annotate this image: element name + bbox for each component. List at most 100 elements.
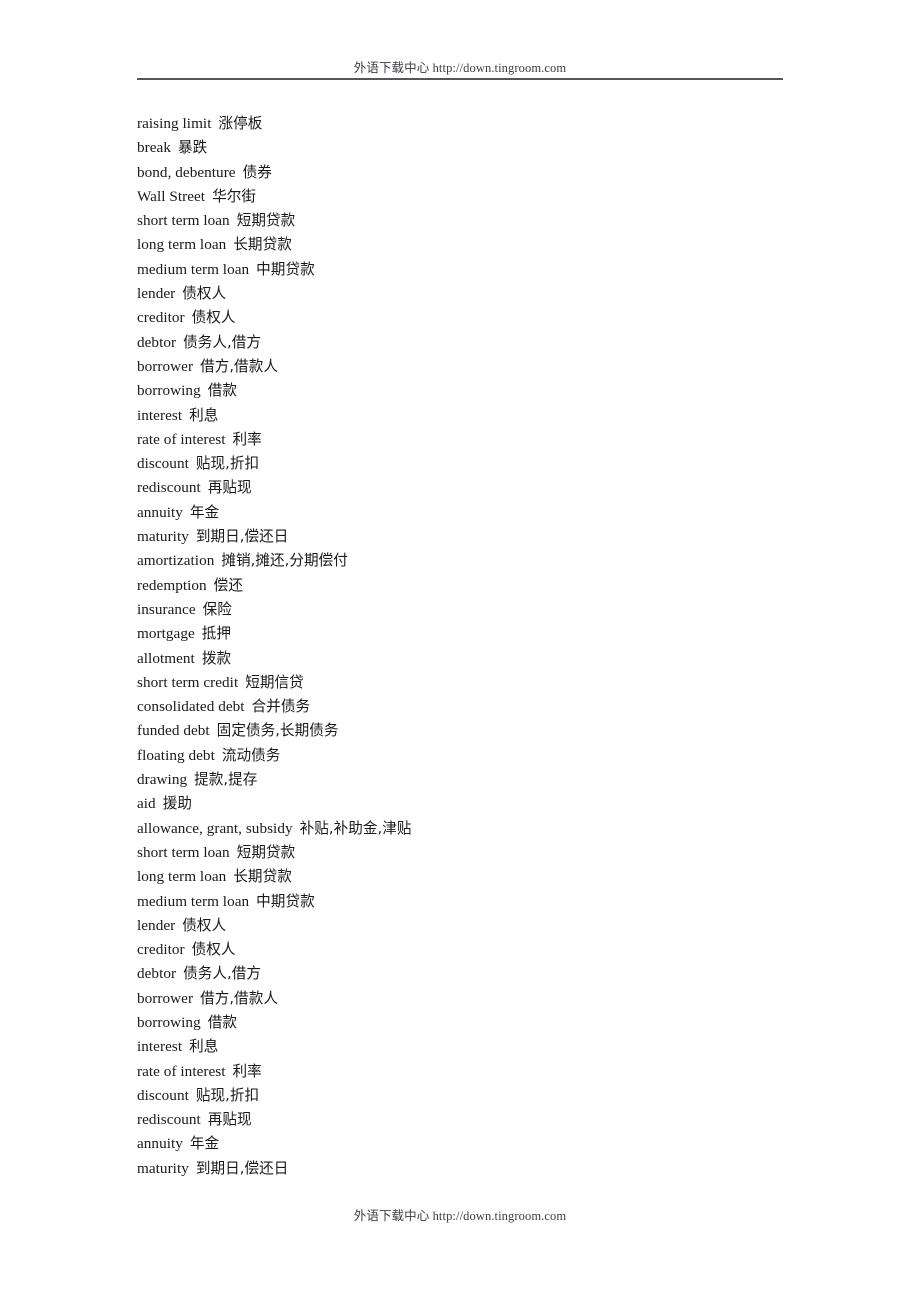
vocabulary-entry: rate of interest 利率 <box>137 428 837 452</box>
vocabulary-term-chinese: 利息 <box>189 1038 219 1056</box>
vocabulary-term-english: rate of interest <box>137 1062 226 1080</box>
vocabulary-term-english: allowance, grant, subsidy <box>137 819 293 837</box>
vocabulary-term-chinese: 借款 <box>207 1013 238 1031</box>
vocabulary-entry: rediscount 再贴现 <box>137 476 837 500</box>
vocabulary-term-english: interest <box>137 406 183 424</box>
vocabulary-term-english: lender <box>137 916 176 934</box>
vocabulary-entry: drawing 提款,提存 <box>137 768 837 792</box>
vocabulary-term-english: consolidated debt <box>137 698 245 716</box>
vocabulary-entry: short term loan 短期贷款 <box>137 841 837 865</box>
vocabulary-entry: rediscount 再贴现 <box>137 1108 837 1132</box>
vocabulary-entry: bond, debenture 债券 <box>137 161 837 185</box>
vocabulary-list: raising limit 涨停板 break 暴跌 bond, debenture 债券… <box>137 112 837 1181</box>
vocabulary-entry: long term loan 长期贷款 <box>137 865 837 889</box>
page-header: 外语下载中心 http://down.tingroom.com <box>137 60 783 80</box>
vocabulary-term-chinese: 债权人 <box>182 916 227 934</box>
vocabulary-entry: borrowing 借款 <box>137 1011 837 1035</box>
vocabulary-term-chinese: 债权人 <box>191 941 236 959</box>
vocabulary-term-chinese: 利率 <box>232 430 262 448</box>
vocabulary-term-english: debtor <box>137 965 177 983</box>
vocabulary-entry: annuity 年金 <box>137 1132 837 1156</box>
vocabulary-term-chinese: 固定债务,长期债务 <box>216 722 339 740</box>
vocabulary-entry: Wall Street 华尔街 <box>137 185 837 209</box>
vocabulary-entry: short term loan 短期贷款 <box>137 209 837 233</box>
vocabulary-term-chinese: 长期贷款 <box>233 236 292 254</box>
page-footer: 外语下载中心 http://down.tingroom.com <box>137 1208 783 1224</box>
vocabulary-term-chinese: 抵押 <box>201 625 232 643</box>
vocabulary-entry: debtor 债务人,借方 <box>137 962 837 986</box>
vocabulary-term-english: borrowing <box>137 382 201 400</box>
vocabulary-term-chinese: 补贴,补助金,津贴 <box>299 819 412 837</box>
vocabulary-term-chinese: 短期贷款 <box>236 212 296 230</box>
vocabulary-entry: consolidated debt 合并债务 <box>137 695 837 719</box>
vocabulary-term-chinese: 借方,借款人 <box>200 357 278 375</box>
vocabulary-entry: mortgage 抵押 <box>137 622 837 646</box>
vocabulary-term-english: borrowing <box>137 1013 201 1031</box>
vocabulary-entry: borrowing 借款 <box>137 379 837 403</box>
vocabulary-term-chinese: 贴现,折扣 <box>195 455 260 473</box>
vocabulary-entry: long term loan 长期贷款 <box>137 233 837 257</box>
vocabulary-term-chinese: 提款,提存 <box>194 771 258 789</box>
vocabulary-term-english: bond, debenture <box>137 163 236 181</box>
vocabulary-entry: interest 利息 <box>137 404 837 428</box>
vocabulary-entry: lender 债权人 <box>137 914 837 938</box>
vocabulary-term-english: mortgage <box>137 625 195 643</box>
vocabulary-term-chinese: 贴现,折扣 <box>195 1086 260 1104</box>
vocabulary-entry: allotment 拨款 <box>137 647 837 671</box>
vocabulary-entry: medium term loan 中期贷款 <box>137 890 837 914</box>
vocabulary-term-english: medium term loan <box>137 260 250 278</box>
vocabulary-term-english: discount <box>137 1086 189 1104</box>
vocabulary-term-english: maturity <box>137 528 189 546</box>
vocabulary-term-english: long term loan <box>137 868 227 886</box>
vocabulary-term-english: floating debt <box>137 746 215 764</box>
vocabulary-term-english: Wall Street <box>137 187 206 205</box>
vocabulary-entry: rate of interest 利率 <box>137 1060 837 1084</box>
vocabulary-term-english: short term credit <box>137 673 239 691</box>
vocabulary-term-chinese: 到期日,偿还日 <box>195 1159 289 1177</box>
vocabulary-term-chinese: 年金 <box>189 1135 220 1153</box>
vocabulary-entry: discount 贴现,折扣 <box>137 452 837 476</box>
vocabulary-entry: creditor 债权人 <box>137 938 837 962</box>
vocabulary-term-english: funded debt <box>137 722 210 740</box>
vocabulary-term-chinese: 保险 <box>202 600 232 618</box>
vocabulary-term-chinese: 借款 <box>207 382 238 400</box>
vocabulary-term-english: short term loan <box>137 212 230 230</box>
vocabulary-term-chinese: 流动债务 <box>221 746 281 764</box>
vocabulary-entry: insurance 保险 <box>137 598 837 622</box>
vocabulary-term-chinese: 借方,借款人 <box>200 989 278 1007</box>
vocabulary-term-chinese: 利率 <box>232 1062 262 1080</box>
vocabulary-entry: short term credit 短期信贷 <box>137 671 837 695</box>
vocabulary-term-chinese: 摊销,摊还,分期偿付 <box>221 552 348 570</box>
vocabulary-entry: discount 贴现,折扣 <box>137 1084 837 1108</box>
vocabulary-entry: lender 债权人 <box>137 282 837 306</box>
header-site-attribution: 外语下载中心 http://down.tingroom.com <box>353 61 567 75</box>
vocabulary-entry: annuity 年金 <box>137 501 837 525</box>
vocabulary-term-english: rate of interest <box>137 430 226 448</box>
vocabulary-term-english: short term loan <box>137 843 230 861</box>
footer-site-attribution: 外语下载中心 http://down.tingroom.com <box>353 1209 567 1223</box>
vocabulary-entry: medium term loan 中期贷款 <box>137 258 837 282</box>
vocabulary-term-english: drawing <box>137 771 188 789</box>
vocabulary-entry: maturity 到期日,偿还日 <box>137 525 837 549</box>
vocabulary-term-english: interest <box>137 1038 183 1056</box>
vocabulary-entry: interest 利息 <box>137 1035 837 1059</box>
header-horizontal-rule <box>137 78 783 80</box>
vocabulary-term-english: discount <box>137 455 189 473</box>
vocabulary-term-chinese: 利息 <box>189 406 219 424</box>
vocabulary-term-chinese: 合并债务 <box>251 698 311 716</box>
vocabulary-term-english: creditor <box>137 309 185 327</box>
vocabulary-entry: aid 援助 <box>137 792 837 816</box>
vocabulary-term-chinese: 到期日,偿还日 <box>195 528 289 546</box>
vocabulary-term-english: annuity <box>137 1135 183 1153</box>
vocabulary-term-chinese: 再贴现 <box>207 1111 252 1129</box>
vocabulary-term-chinese: 暴跌 <box>177 139 208 157</box>
vocabulary-term-chinese: 债权人 <box>182 285 227 303</box>
vocabulary-term-english: lender <box>137 285 176 303</box>
vocabulary-entry: debtor 债务人,借方 <box>137 331 837 355</box>
vocabulary-entry: amortization 摊销,摊还,分期偿付 <box>137 549 837 573</box>
vocabulary-term-english: creditor <box>137 941 185 959</box>
vocabulary-entry: borrower 借方,借款人 <box>137 355 837 379</box>
vocabulary-term-chinese: 长期贷款 <box>233 868 292 886</box>
vocabulary-term-chinese: 债务人,借方 <box>183 965 262 983</box>
vocabulary-term-english: long term loan <box>137 236 227 254</box>
